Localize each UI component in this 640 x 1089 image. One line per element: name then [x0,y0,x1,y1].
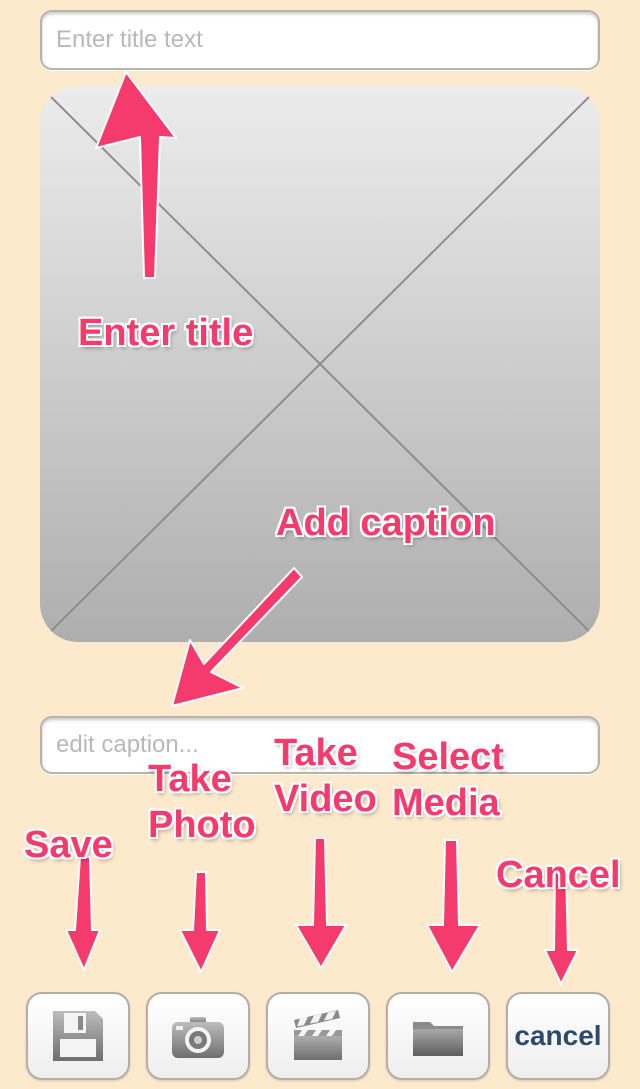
annotation-take-video: Take Video [274,732,377,821]
folder-icon [413,1022,463,1056]
save-button[interactable] [26,992,130,1080]
arrow-to-media-icon [426,839,481,973]
image-placeholder[interactable] [40,86,600,642]
floppy-disk-icon [53,1011,103,1061]
annotation-select-media: Select Media [392,736,504,825]
arrow-to-save-icon [65,856,101,971]
select-media-button[interactable] [386,992,490,1080]
camera-icon [172,1017,224,1058]
take-photo-button[interactable] [146,992,250,1080]
take-video-button[interactable] [266,992,370,1080]
cancel-button[interactable]: cancel [506,992,610,1080]
clapperboard-icon [294,1010,342,1060]
annotation-enter-title: Enter title [78,312,254,354]
annotation-take-photo: Take Photo [148,758,256,847]
annotation-add-caption: Add caption [276,502,496,544]
arrow-to-photo-icon [179,871,221,973]
cancel-button-label: cancel [514,1020,602,1051]
arrow-to-video-icon [295,837,347,969]
placeholder-cross [40,86,600,642]
title-input[interactable] [40,10,600,70]
annotation-save: Save [24,824,113,866]
annotation-cancel: Cancel [496,854,621,896]
